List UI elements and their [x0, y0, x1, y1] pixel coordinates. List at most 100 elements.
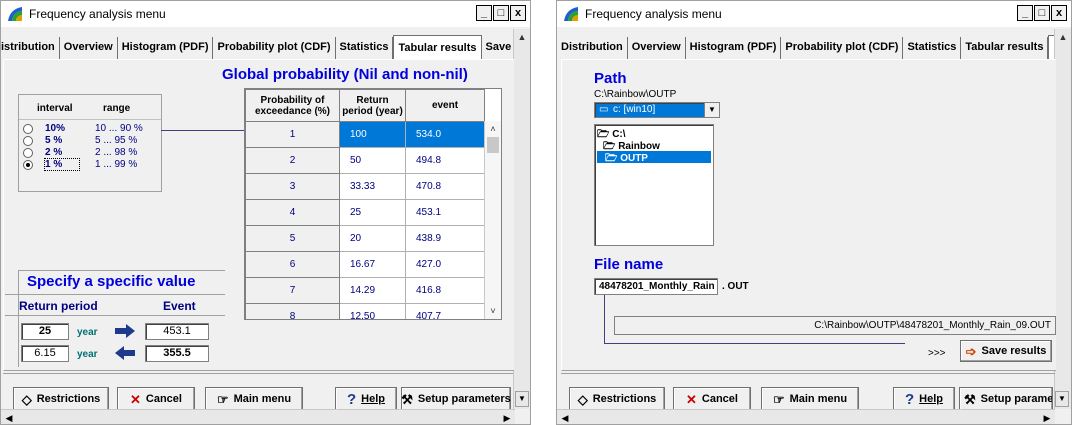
return-period-cell[interactable]: 33.33: [339, 173, 406, 200]
table-row[interactable]: 2 50 494.8: [245, 147, 485, 174]
return-period-cell[interactable]: 12.50: [339, 303, 406, 319]
return-period-cell[interactable]: 25: [339, 199, 406, 226]
title-bar[interactable]: Frequency analysis menu _ □ x: [1, 1, 530, 27]
event-cell[interactable]: 470.8: [405, 173, 485, 200]
table-row[interactable]: 1 100 534.0: [245, 121, 485, 148]
radio-button[interactable]: [23, 148, 33, 158]
file-name-input[interactable]: 48478201_Monthly_Rain: [594, 278, 718, 295]
probability-cell[interactable]: 8: [245, 303, 340, 319]
probability-cell[interactable]: 1: [245, 121, 340, 148]
event-cell[interactable]: 494.8: [405, 147, 485, 174]
cancel-button[interactable]: ✕ Cancel: [117, 387, 195, 411]
probability-cell[interactable]: 3: [245, 173, 340, 200]
probability-cell[interactable]: 4: [245, 199, 340, 226]
scroll-right-icon[interactable]: ▶: [499, 410, 515, 424]
event-cell[interactable]: 534.0: [405, 121, 485, 148]
setup-parameters-button[interactable]: ⚒Setup parameter:: [959, 387, 1053, 411]
return-period-input-1[interactable]: 25: [21, 323, 69, 340]
tab-probability-plot[interactable]: Probability plot (CDF): [781, 37, 904, 59]
save-results-button[interactable]: ➩ Save results: [960, 340, 1052, 362]
tab-statistics[interactable]: Statistics: [336, 37, 394, 59]
interval-option[interactable]: 10% 10 ... 90 %: [23, 123, 143, 134]
event-cell[interactable]: 453.1: [405, 199, 485, 226]
tab-tabular-results[interactable]: Tabular results: [961, 37, 1049, 59]
main-menu-button[interactable]: ☞ Main menu: [205, 387, 303, 411]
close-button[interactable]: x: [1051, 5, 1067, 21]
table-row[interactable]: 7 14.29 416.8: [245, 277, 485, 304]
event-cell[interactable]: 416.8: [405, 277, 485, 304]
event-label: Event: [163, 299, 196, 313]
table-row[interactable]: 4 25 453.1: [245, 199, 485, 226]
scroll-right-icon[interactable]: ▶: [1039, 410, 1055, 424]
folder-list[interactable]: 🗁 C:\ 🗁 Rainbow 🗁 OUTP: [594, 124, 714, 246]
radio-button[interactable]: [23, 136, 33, 146]
arrow-right-icon[interactable]: [115, 324, 135, 338]
scroll-left-icon[interactable]: ◀: [1, 410, 17, 424]
probability-cell[interactable]: 2: [245, 147, 340, 174]
return-period-cell[interactable]: 50: [339, 147, 406, 174]
maximize-button[interactable]: □: [493, 5, 509, 21]
setup-parameters-button[interactable]: ⚒ Setup parameters: [401, 387, 511, 411]
table-row[interactable]: 5 20 438.9: [245, 225, 485, 252]
tab-statistics[interactable]: Statistics: [903, 37, 962, 59]
tab-save[interactable]: Save: [482, 37, 516, 59]
return-period-cell[interactable]: 100: [339, 121, 406, 148]
tab-overview[interactable]: Overview: [628, 37, 686, 59]
interval-option[interactable]: 1 % 1 ... 99 %: [23, 158, 137, 171]
event-input-2[interactable]: 355.5: [145, 345, 209, 362]
return-period-cell[interactable]: 20: [339, 225, 406, 252]
probability-cell[interactable]: 5: [245, 225, 340, 252]
probability-cell[interactable]: 7: [245, 277, 340, 304]
folder-item-outp[interactable]: 🗁 OUTP: [597, 151, 711, 164]
window-vertical-scrollbar[interactable]: ▲ ▼: [513, 29, 530, 409]
radio-button[interactable]: [23, 124, 33, 134]
minimize-button[interactable]: _: [1017, 5, 1033, 21]
minimize-button[interactable]: _: [476, 5, 492, 21]
close-button[interactable]: x: [510, 5, 526, 21]
title-bar[interactable]: Frequency analysis menu _ □ x: [557, 1, 1071, 27]
tab-histogram[interactable]: Histogram (PDF): [686, 37, 782, 59]
interval-option[interactable]: 2 % 2 ... 98 %: [23, 147, 137, 158]
tab-histogram[interactable]: Histogram (PDF): [118, 37, 214, 59]
tab-overview[interactable]: Overview: [60, 37, 118, 59]
restrictions-button[interactable]: ◇ Restrictions: [13, 387, 109, 411]
table-row[interactable]: 6 16.67 427.0: [245, 251, 485, 278]
event-cell[interactable]: 407.7: [405, 303, 485, 319]
scroll-left-icon[interactable]: ◀: [557, 410, 573, 424]
grid-scroll-up-icon[interactable]: ˄: [485, 121, 501, 137]
tab-tabular-results[interactable]: Tabular results: [393, 35, 482, 62]
event-cell[interactable]: 427.0: [405, 251, 485, 278]
small-scroll-down-icon[interactable]: ▼: [515, 391, 529, 407]
interval-option[interactable]: 5 % 5 ... 95 %: [23, 135, 137, 146]
grid-scroll-thumb[interactable]: [487, 137, 499, 153]
scroll-up-icon[interactable]: ▲: [514, 29, 530, 45]
scroll-up-icon[interactable]: ▲: [1055, 29, 1071, 45]
table-row[interactable]: 8 12.50 407.7: [245, 303, 485, 319]
radio-button[interactable]: [23, 160, 33, 170]
horizontal-scrollbar[interactable]: ◀ ▶: [1, 409, 515, 424]
help-button[interactable]: ? Help: [893, 387, 955, 411]
chevron-down-icon[interactable]: ▼: [704, 103, 719, 117]
tab-distribution[interactable]: Distribution: [561, 37, 628, 59]
help-button[interactable]: ? Help: [335, 387, 397, 411]
return-period-cell[interactable]: 16.67: [339, 251, 406, 278]
cancel-button[interactable]: ✕ Cancel: [673, 387, 751, 411]
grid-scrollbar[interactable]: ˄ ˅: [484, 121, 501, 319]
event-cell[interactable]: 438.9: [405, 225, 485, 252]
table-row[interactable]: 3 33.33 470.8: [245, 173, 485, 200]
maximize-button[interactable]: □: [1034, 5, 1050, 21]
tab-probability-plot[interactable]: Probability plot (CDF): [213, 37, 336, 59]
drive-select[interactable]: ▭ c: [win10] ▼: [594, 102, 720, 118]
results-grid: Probability of exceedance (%) Return per…: [244, 88, 502, 320]
main-menu-button[interactable]: ☞ Main menu: [761, 387, 859, 411]
return-period-cell[interactable]: 14.29: [339, 277, 406, 304]
grid-scroll-down-icon[interactable]: ˅: [485, 303, 501, 319]
arrow-left-icon[interactable]: [115, 346, 135, 360]
probability-cell[interactable]: 6: [245, 251, 340, 278]
tab-distribution[interactable]: istribution: [1, 37, 60, 59]
small-scroll-down-icon[interactable]: ▼: [1055, 391, 1069, 407]
horizontal-scrollbar[interactable]: ◀ ▶: [557, 409, 1055, 424]
restrictions-button[interactable]: ◇ Restrictions: [569, 387, 665, 411]
event-output-1: 453.1: [145, 323, 209, 340]
window-vertical-scrollbar[interactable]: ▲ ▼: [1054, 29, 1071, 409]
